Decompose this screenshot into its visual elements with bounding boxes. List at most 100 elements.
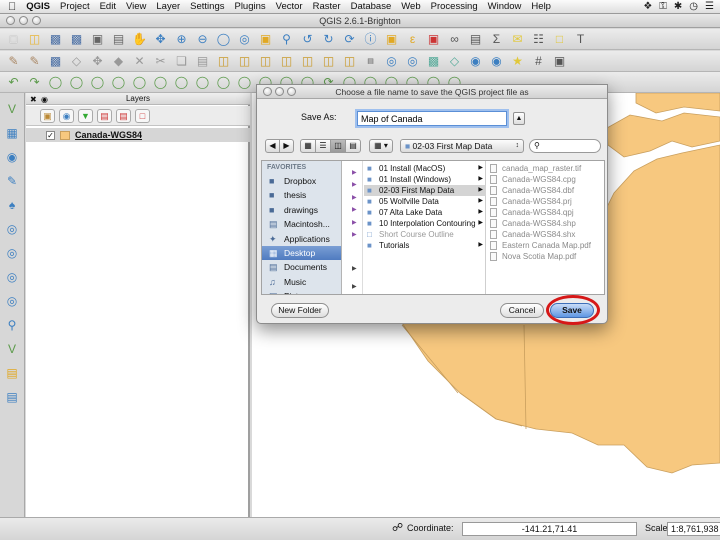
layer-labeling-icon[interactable]: ◫ [235,53,254,70]
arrange-button[interactable]: ▦ ▾ [369,139,393,153]
file-row[interactable]: Canada-WGS84.cpg [487,174,604,185]
save-as-icon[interactable]: ▩ [67,31,86,48]
scale-field[interactable]: 1:8,761,938 [667,522,720,536]
menu-app-name[interactable]: QGIS [21,1,55,12]
bluetooth-icon[interactable]: ✱ [674,1,682,12]
copy-features-icon[interactable]: ❏ [172,53,191,70]
dropbox-icon[interactable]: ❖ [643,1,652,12]
new-gpx-layer-icon[interactable]: ▤ [2,387,22,406]
folder-row[interactable]: ■ 07 Alta Lake Data ▶ [364,207,486,218]
zoom-in-icon[interactable]: ⊕ [172,31,191,48]
save-as-field[interactable] [357,111,507,126]
dialog-zoom-icon[interactable] [287,87,296,96]
menu-plugins[interactable]: Plugins [229,1,270,12]
menu-help[interactable]: Help [526,1,556,12]
open-project-icon[interactable]: ◫ [25,31,44,48]
map-tips-icon[interactable]: ✉ [508,31,527,48]
folder-row[interactable]: ■ 02-03 First Map Data ▶ [364,185,486,196]
zoom-next-icon[interactable]: ↻ [319,31,338,48]
menu-web[interactable]: Web [396,1,425,12]
move-label-icon[interactable]: ◫ [298,53,317,70]
dialog-minimize-icon[interactable] [275,87,284,96]
folder-row[interactable]: ■ 05 Wolfville Data ▶ [364,196,486,207]
menu-edit[interactable]: Edit [95,1,121,12]
messages-icon[interactable]: ☍ [392,521,403,534]
file-row[interactable]: Canada-WGS84.qpj [487,207,604,218]
add-csv-layer-icon[interactable]: ▤ [361,53,380,70]
select-features-icon[interactable]: ▣ [382,31,401,48]
close-panel-icon[interactable]: ✖ [30,94,37,106]
zoom-selection-icon[interactable]: ▣ [256,31,275,48]
add-vector-layer-icon[interactable]: ◇ [445,53,464,70]
layer-style-icon[interactable]: ▣ [40,109,55,123]
zoom-full-icon[interactable]: ◎ [235,31,254,48]
print-composer-icon[interactable]: ▣ [88,31,107,48]
pin-labels-icon[interactable]: ◫ [256,53,275,70]
menu-vector[interactable]: Vector [271,1,308,12]
visibility-icon[interactable]: ◉ [59,109,74,123]
zoom-layer-icon[interactable]: ⚲ [277,31,296,48]
menu-project[interactable]: Project [55,1,95,12]
simplify-icon[interactable]: ◯ [46,74,65,91]
add-wfs-icon[interactable]: ◎ [2,291,22,310]
attribute-table-icon[interactable]: ▤ [466,31,485,48]
paste-features-icon[interactable]: ▤ [193,53,212,70]
favorite-applications[interactable]: ✦ Applications [262,232,341,246]
minimize-window-icon[interactable] [19,16,28,25]
folder-row[interactable]: ■ 01 Install (MacOS) ▶ [364,163,486,174]
menu-settings[interactable]: Settings [185,1,229,12]
menu-database[interactable]: Database [346,1,397,12]
add-wfs-layer-icon[interactable]: ◎ [403,53,422,70]
wifi-icon[interactable]: ☰ [705,1,714,12]
change-label-icon[interactable]: ◫ [340,53,359,70]
favorite-music[interactable]: ♫ Music [262,275,341,289]
add-ring-icon[interactable]: ◯ [67,74,86,91]
file-row[interactable]: canada_map_raster.tif [487,163,604,174]
file-row[interactable]: Canada-WGS84.shp [487,218,604,229]
reshape-icon[interactable]: ◯ [172,74,191,91]
delete-ring-icon[interactable]: ◯ [130,74,149,91]
add-raster-layer-icon[interactable]: ▩ [424,53,443,70]
identify-icon[interactable]: ⓘ [361,31,380,48]
add-wcs-icon[interactable]: ◎ [2,267,22,286]
float-panel-icon[interactable]: ◉ [41,94,48,106]
new-folder-button[interactable]: New Folder [271,303,329,318]
delete-selected-icon[interactable]: ✕ [130,53,149,70]
add-spatialite-icon[interactable]: ✎ [2,171,22,190]
pan-to-selection-icon[interactable]: ✥ [151,31,170,48]
favorite-desktop[interactable]: ▦ Desktop [262,246,341,260]
layer-item[interactable]: ✓ Canada-WGS84 [26,128,250,142]
zoom-out-icon[interactable]: ⊖ [193,31,212,48]
search-field[interactable]: ⚲ [529,139,601,153]
list-view-button[interactable]: ☰ [315,139,331,153]
label-icon[interactable]: ◫ [214,53,233,70]
file-row[interactable]: Nova Scotia Map.pdf [487,251,604,262]
favorite-documents[interactable]: ▤ Documents [262,260,341,274]
cancel-button[interactable]: Cancel [500,303,544,318]
column-view-button[interactable]: ◫ [330,139,346,153]
annotation-icon[interactable]: □ [550,31,569,48]
fill-ring-icon[interactable]: ◯ [109,74,128,91]
composer-manager-icon[interactable]: ▤ [109,31,128,48]
forward-button[interactable]: ▶ [279,139,294,153]
new-spatialite-layer-icon[interactable]: ▤ [2,363,22,382]
apple-icon[interactable]:  [0,1,21,13]
cut-features-icon[interactable]: ✂ [151,53,170,70]
save-edits-icon[interactable]: ▩ [46,53,65,70]
favorite-dropbox[interactable]: ■ Dropbox [262,174,341,188]
filter-icon[interactable]: ▼ [78,109,93,123]
add-vector-icon[interactable]: V [2,99,22,118]
zoom-window-icon[interactable] [32,16,41,25]
offset-curve-icon[interactable]: ◯ [193,74,212,91]
menu-view[interactable]: View [121,1,151,12]
favorite-pictures[interactable]: ▣ Pictures [262,289,341,294]
folder-location-popup[interactable]: ■ 02-03 First Map Data ↕ [400,139,524,153]
deselect-icon[interactable]: ▣ [424,31,443,48]
delete-part-icon[interactable]: ◯ [151,74,170,91]
plugin-icon[interactable]: ▣ [550,53,569,70]
toggle-editing-icon[interactable]: ✎ [25,53,44,70]
show-labels-icon[interactable]: ◫ [277,53,296,70]
new-shapefile-icon[interactable]: ★ [508,53,527,70]
new-project-icon[interactable]: □ [4,31,23,48]
add-oracle-icon[interactable]: ◎ [2,219,22,238]
